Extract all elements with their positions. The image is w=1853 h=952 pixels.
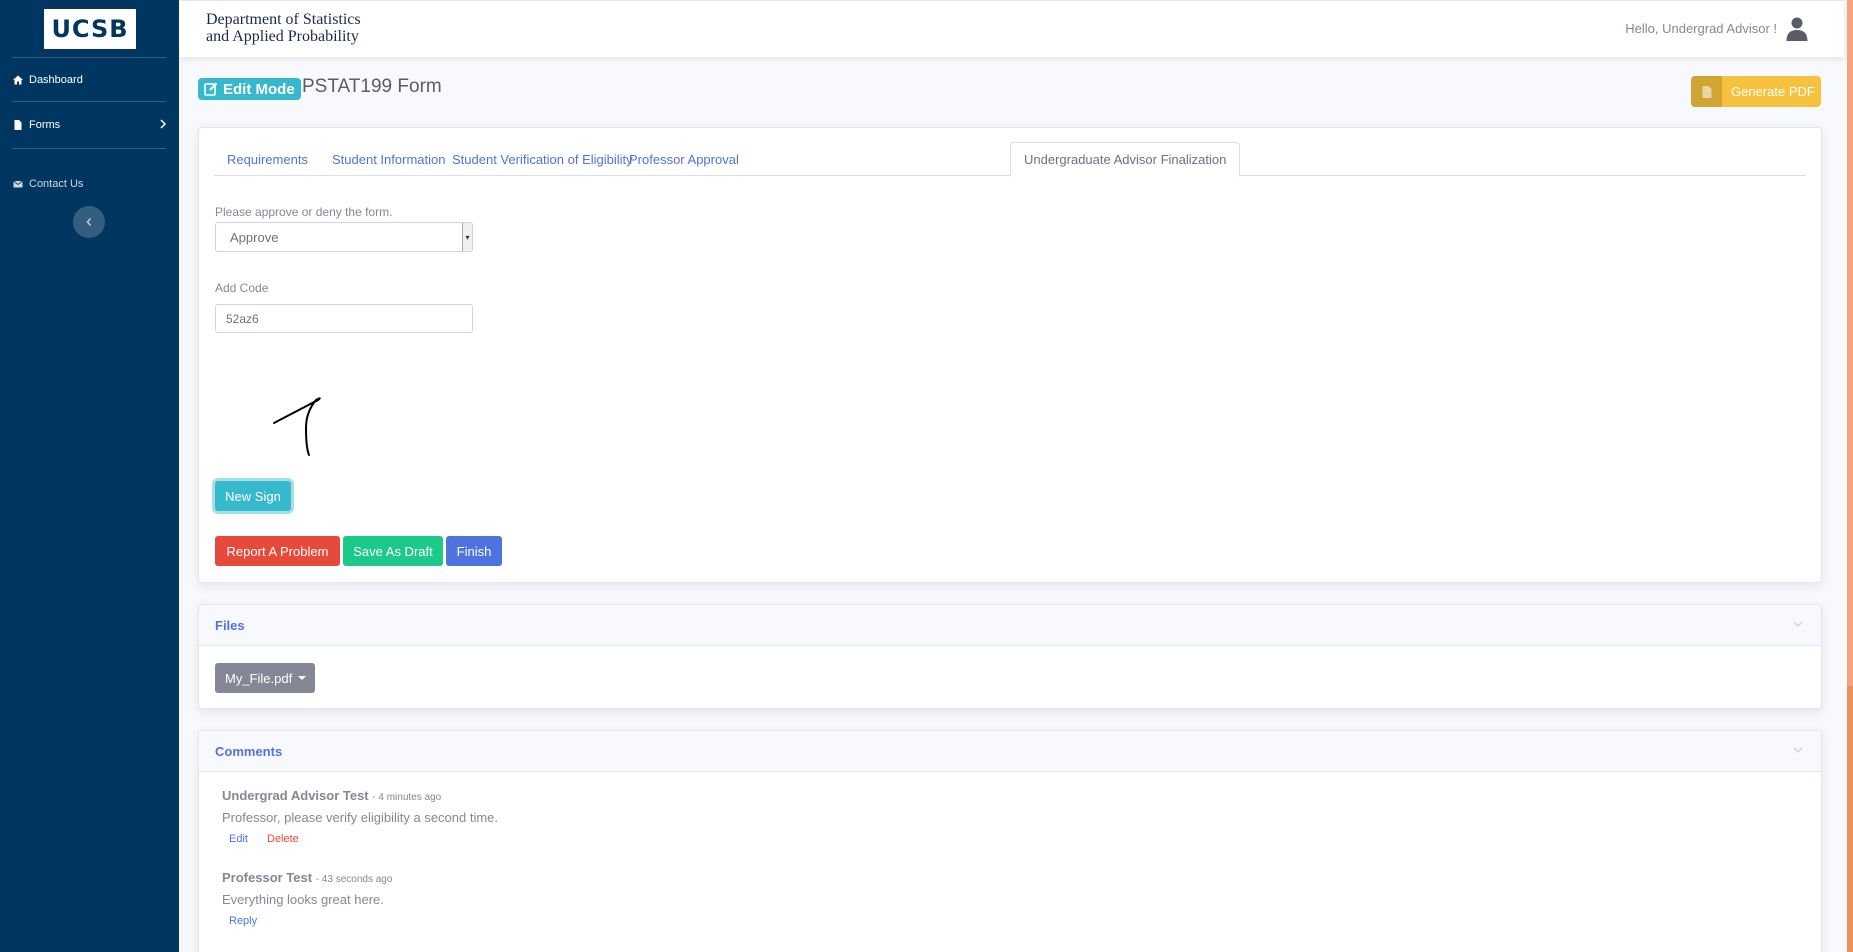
edit-icon	[204, 82, 218, 96]
home-icon	[13, 75, 23, 85]
sidebar-item-label: Dashboard	[29, 74, 83, 86]
tab-student-verification[interactable]: Student Verification of Eligibility	[439, 142, 646, 176]
comment-delete-link[interactable]: Delete	[267, 833, 299, 845]
file-pdf-icon	[1702, 85, 1711, 98]
signature-pad[interactable]	[269, 380, 339, 460]
sidebar-item-label: Forms	[29, 119, 61, 131]
files-title: Files	[215, 618, 245, 633]
sidebar-divider	[12, 101, 166, 102]
tab-requirements[interactable]: Requirements	[214, 142, 321, 176]
comment-reply-link[interactable]: Reply	[229, 915, 257, 927]
comments-title: Comments	[215, 744, 283, 759]
tab-advisor-finalization[interactable]: Undergraduate Advisor Finalization	[1010, 142, 1241, 177]
tab-professor-approval[interactable]: Professor Approval	[616, 142, 752, 176]
comment-author: Professor Test - 43 seconds ago	[222, 870, 393, 885]
sidebar: UCSB Dashboard Forms Contact Us	[0, 0, 179, 952]
comment-timestamp: - 4 minutes ago	[372, 792, 442, 803]
generate-pdf-button[interactable]: Generate PDF	[1691, 76, 1821, 107]
sidebar-toggle-button[interactable]	[73, 206, 105, 238]
logo-text: UCSB	[51, 15, 129, 43]
form-card: Requirements Student Information Student…	[198, 127, 1822, 583]
sidebar-item-contact[interactable]: Contact Us	[13, 174, 167, 194]
code-input[interactable]: 52az6	[215, 304, 473, 333]
files-card: Files My_File.pdf	[198, 604, 1822, 709]
form-tabs: Requirements Student Information Student…	[214, 142, 1806, 177]
scrollbar-thumb[interactable]	[1847, 0, 1853, 686]
topbar: Department of Statistics and Applied Pro…	[179, 0, 1844, 57]
finish-button[interactable]: Finish	[446, 536, 502, 566]
chevron-down-icon[interactable]: ▾	[462, 223, 472, 251]
file-dropdown-button[interactable]: My_File.pdf	[215, 663, 315, 693]
comment-body: Everything looks great here.	[222, 892, 384, 907]
department-name: Department of Statistics and Applied Pro…	[206, 11, 361, 45]
user-icon[interactable]	[1786, 17, 1808, 41]
comments-card: Comments Undergrad Advisor Test - 4 minu…	[198, 730, 1822, 952]
approve-select[interactable]: Approve ▾	[215, 222, 473, 252]
sidebar-item-forms[interactable]: Forms	[13, 115, 167, 135]
tab-student-information[interactable]: Student Information	[319, 142, 458, 176]
code-label: Add Code	[215, 281, 269, 295]
edit-mode-badge: Edit Mode	[198, 78, 301, 100]
sidebar-item-label: Contact Us	[29, 178, 84, 190]
comment-author: Undergrad Advisor Test - 4 minutes ago	[222, 788, 442, 803]
chevron-right-icon	[160, 119, 167, 129]
user-greeting[interactable]: Hello, Undergrad Advisor !	[1625, 21, 1777, 36]
ucsb-logo[interactable]: UCSB	[44, 9, 136, 49]
chevron-down-icon	[1793, 747, 1803, 754]
save-draft-button[interactable]: Save As Draft	[343, 536, 443, 566]
envelope-icon	[13, 180, 23, 188]
chevron-down-icon	[1793, 621, 1803, 628]
files-header[interactable]: Files	[199, 605, 1821, 646]
file-icon	[14, 120, 22, 130]
sidebar-divider	[12, 148, 166, 149]
comment-edit-link[interactable]: Edit	[229, 833, 248, 845]
report-problem-button[interactable]: Report A Problem	[215, 536, 340, 566]
chevron-left-icon	[86, 218, 92, 226]
sidebar-divider	[12, 57, 166, 58]
approve-label: Please approve or deny the form.	[215, 205, 393, 219]
new-sign-button[interactable]: New Sign	[215, 481, 291, 511]
sidebar-item-dashboard[interactable]: Dashboard	[13, 70, 167, 90]
comment-body: Professor, please verify eligibility a s…	[222, 810, 499, 825]
comment-timestamp: - 43 seconds ago	[315, 874, 393, 885]
caret-down-icon	[298, 676, 307, 680]
page-title: PSTAT199 Form	[302, 76, 442, 97]
comments-header[interactable]: Comments	[199, 731, 1821, 772]
